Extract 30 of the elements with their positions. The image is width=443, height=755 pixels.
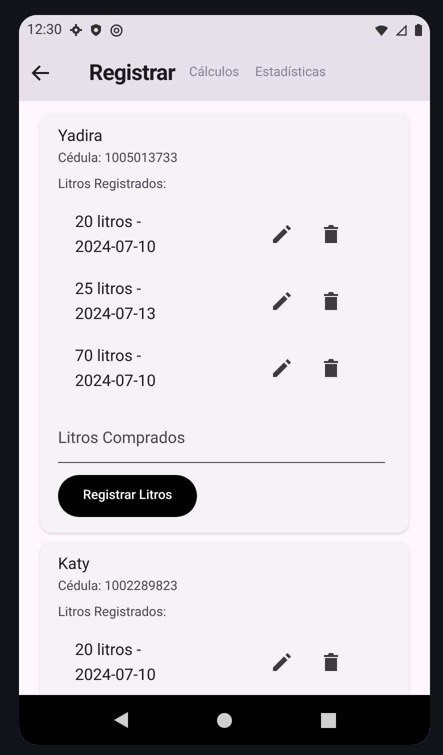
nav-back-icon[interactable] [114, 712, 128, 728]
id-number: Cédula: 1002289823 [58, 578, 179, 596]
back-arrow-icon[interactable] [31, 63, 51, 83]
liters-input[interactable]: Litros Comprados [58, 413, 385, 463]
entry-text: 20 litros - 2024-07-10 [74, 638, 157, 686]
wifi-icon [375, 24, 388, 36]
trash-icon[interactable] [324, 224, 338, 242]
nav-tab[interactable]: Registrar [85, 56, 180, 90]
pencil-icon[interactable] [273, 652, 291, 670]
entry-text: 70 litros - 2024-07-10 [74, 344, 157, 392]
entry-text: 20 litros - 2024-07-10 [74, 210, 157, 258]
nav-recents-icon[interactable] [320, 712, 336, 728]
signal-icon [396, 24, 407, 36]
pencil-icon[interactable] [273, 224, 291, 242]
battery-icon [415, 24, 422, 36]
trash-icon[interactable] [324, 292, 338, 310]
id-number: Cédula: 1005013733 [58, 150, 179, 168]
trash-icon[interactable] [324, 358, 338, 376]
nav-home-icon[interactable] [216, 712, 232, 728]
entry-text: 25 litros - 2024-07-13 [74, 278, 157, 324]
entries-label: Litros Registrados: [58, 176, 168, 194]
pencil-icon[interactable] [273, 358, 291, 376]
entries-label: Litros Registrados: [58, 604, 168, 622]
trash-icon[interactable] [324, 652, 338, 670]
customer-name: Yadira [58, 125, 104, 147]
pencil-icon[interactable] [273, 292, 291, 310]
shield-icon [90, 24, 102, 36]
status-time: 12:30 [27, 20, 62, 40]
customer-name: Katy [58, 553, 91, 575]
register-button[interactable]: Registrar Litros [58, 475, 198, 517]
